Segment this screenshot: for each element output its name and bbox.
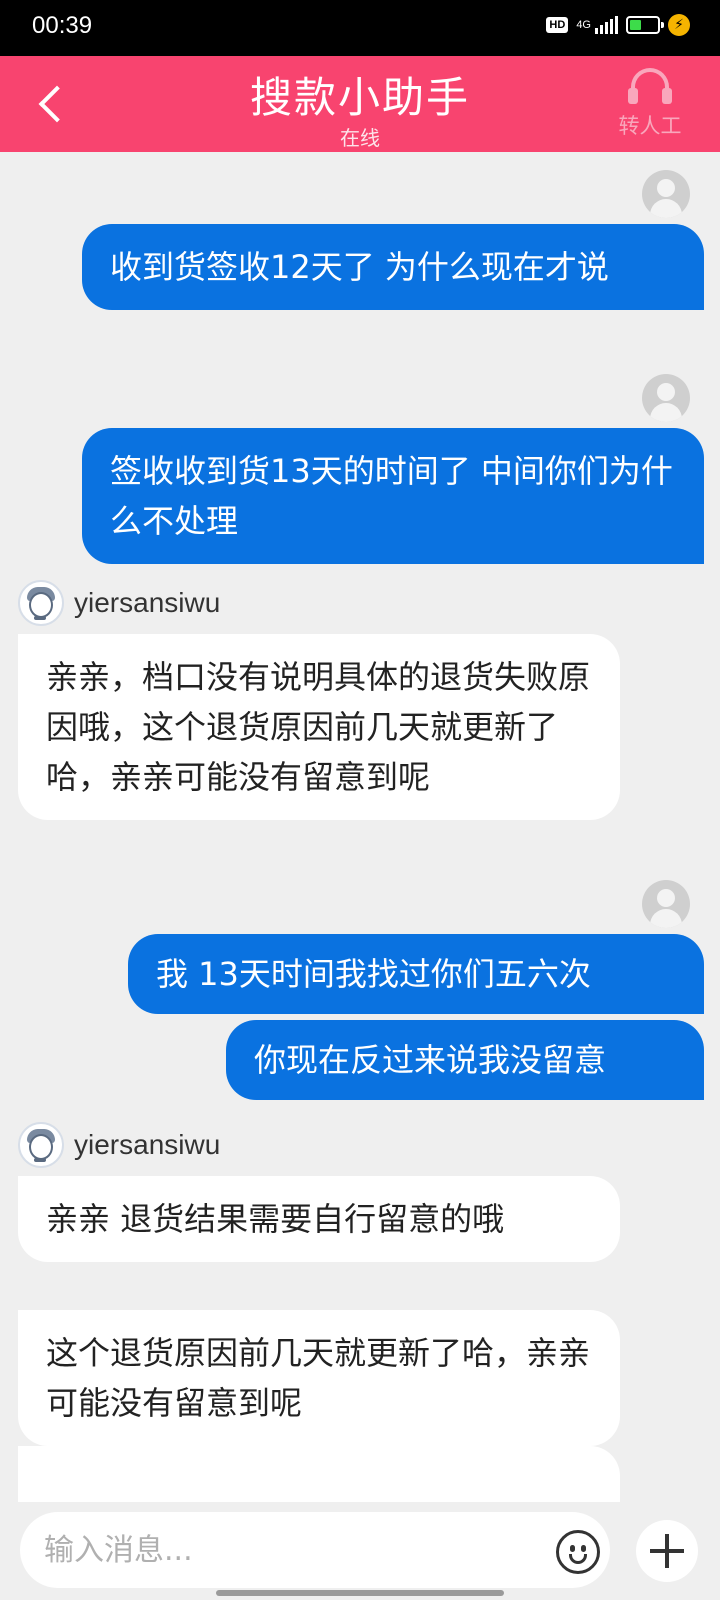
- input-bar: [0, 1502, 720, 1600]
- signal-icon: [595, 16, 618, 34]
- charging-icon: ⚡: [668, 14, 690, 36]
- agent-name: yiersansiwu: [74, 587, 221, 618]
- battery-icon: [626, 16, 664, 34]
- message-bubble-outgoing[interactable]: 签收收到货13天的时间了 中间你们为什么不处理: [82, 428, 704, 564]
- transfer-to-agent-label: 转人工: [618, 114, 682, 138]
- status-bar: 00:39 HD 4G ⚡: [0, 0, 720, 56]
- user-avatar: [642, 880, 690, 928]
- message-bubble-incoming[interactable]: 这个退货原因前几天就更新了哈，亲亲可能没有留意到呢: [18, 1310, 620, 1446]
- agent-avatar: [18, 580, 64, 626]
- message-bubble-outgoing[interactable]: 我 13天时间我找过你们五六次: [128, 934, 704, 1014]
- agent-header: yiersansiwu: [18, 580, 220, 626]
- agent-avatar: [18, 1122, 64, 1168]
- message-bubble-incoming[interactable]: 亲亲，档口没有说明具体的退货失败原因哦，这个退货原因前几天就更新了哈，亲亲可能没…: [18, 634, 620, 820]
- home-indicator[interactable]: [216, 1590, 504, 1596]
- message-bubble-outgoing[interactable]: 你现在反过来说我没留意: [226, 1020, 704, 1100]
- message-bubble-incoming-partial[interactable]: [18, 1446, 620, 1502]
- headset-icon: [625, 66, 675, 106]
- message-input[interactable]: [20, 1512, 610, 1588]
- status-time: 00:39: [32, 12, 93, 39]
- agent-name: yiersansiwu: [74, 1129, 221, 1160]
- status-icons: HD 4G ⚡: [546, 14, 690, 36]
- network-type-label: 4G: [576, 19, 591, 31]
- user-avatar: [642, 170, 690, 218]
- transfer-to-agent-button[interactable]: 转人工: [610, 62, 690, 148]
- agent-header: yiersansiwu: [18, 1122, 220, 1168]
- message-bubble-outgoing[interactable]: 收到货签收12天了 为什么现在才说: [82, 224, 704, 310]
- user-avatar: [642, 374, 690, 422]
- emoji-icon[interactable]: [556, 1530, 600, 1574]
- hd-icon: HD: [546, 17, 569, 33]
- add-attachment-button[interactable]: [636, 1520, 698, 1582]
- chat-header: 搜款小助手 在线 转人工: [0, 56, 720, 152]
- chat-messages[interactable]: 收到货签收12天了 为什么现在才说 签收收到货13天的时间了 中间你们为什么不处…: [0, 152, 720, 1502]
- message-bubble-incoming[interactable]: 亲亲 退货结果需要自行留意的哦: [18, 1176, 620, 1262]
